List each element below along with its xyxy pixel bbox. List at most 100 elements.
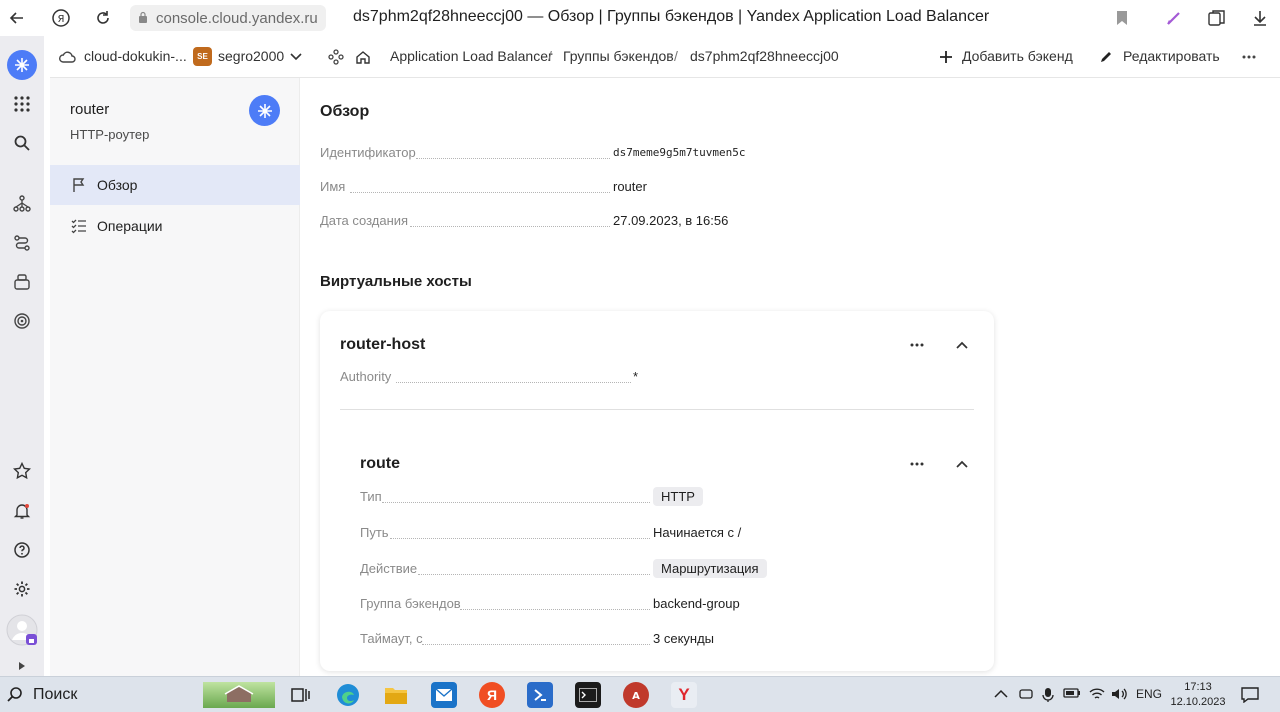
svg-text:A: A — [632, 691, 640, 702]
notification-center-icon[interactable] — [1241, 687, 1259, 706]
field-key: Таймаут, с — [360, 631, 423, 646]
back-arrow-icon[interactable] — [6, 7, 28, 29]
sidebar-item-label: Обзор — [97, 177, 138, 193]
sidebar-item-overview[interactable]: Обзор — [50, 165, 300, 205]
user-avatar[interactable] — [6, 614, 38, 646]
main-content: Обзор Идентификатор ds7meme9g5m7tuvmen5c… — [300, 78, 1280, 676]
lock-icon — [139, 11, 147, 23]
field-id: Идентификатор ds7meme9g5m7tuvmen5c — [320, 145, 780, 165]
dotted-leader — [396, 382, 631, 383]
dotted-leader — [410, 226, 610, 227]
resource-type: HTTP-роутер — [70, 127, 150, 142]
host-name: router-host — [340, 336, 426, 353]
field-value: router — [613, 179, 647, 194]
yandex-browser-icon[interactable]: Я — [50, 7, 72, 29]
volume-icon[interactable] — [1111, 687, 1127, 704]
dotted-leader — [390, 538, 650, 539]
svg-text:Я: Я — [58, 14, 65, 25]
input-language[interactable]: ENG — [1136, 687, 1162, 701]
taskbar-search[interactable]: Поиск — [6, 686, 77, 704]
dotted-leader — [416, 158, 610, 159]
field-key: Имя — [320, 179, 346, 194]
yandex-icon[interactable]: Я — [479, 682, 505, 708]
battery-icon[interactable] — [1063, 687, 1081, 702]
address-bar[interactable]: console.cloud.yandex.ru — [130, 5, 326, 31]
all-services-grid-icon[interactable] — [8, 90, 36, 118]
divider — [340, 409, 974, 410]
route-more-icon[interactable] — [906, 453, 928, 475]
more-options-icon[interactable] — [1240, 48, 1258, 66]
breadcrumb-separator: / — [674, 48, 678, 64]
pen-icon[interactable] — [1163, 7, 1185, 29]
help-icon[interactable] — [8, 536, 36, 564]
pencil-icon — [1097, 48, 1115, 66]
backend-groups-icon[interactable] — [8, 268, 36, 296]
plus-icon — [937, 48, 955, 66]
task-view-icon[interactable] — [287, 682, 313, 708]
field-key: Путь — [360, 525, 389, 540]
reload-icon[interactable] — [92, 7, 114, 29]
cloud-selector[interactable]: cloud-dokukin-... — [84, 48, 187, 64]
microphone-icon[interactable] — [1042, 687, 1054, 706]
mail-icon[interactable] — [431, 682, 457, 708]
breadcrumb-backend-groups[interactable]: Группы бэкендов — [563, 48, 674, 64]
breadcrumb-current: ds7phm2qf28hneeccj00 — [690, 48, 839, 64]
clock-time: 17:13 — [1184, 681, 1212, 693]
field-key: Идентификатор — [320, 145, 416, 160]
field-value: ds7meme9g5m7tuvmen5c — [613, 146, 746, 159]
field-value: 3 секунды — [653, 631, 715, 646]
virtual-host-card: router-host Authority * route Тип HTTP П… — [320, 311, 994, 671]
cloud-console-logo-icon[interactable] — [7, 50, 37, 80]
service-sidebar: router HTTP-роутер Обзор Операции — [50, 78, 300, 676]
notifications-bell-icon[interactable] — [8, 497, 36, 525]
host-more-icon[interactable] — [906, 334, 928, 356]
search-icon — [7, 687, 22, 702]
folder-selector[interactable]: segro2000 — [218, 48, 284, 64]
edit-button[interactable]: Редактировать — [1123, 48, 1220, 64]
expand-rail-icon[interactable] — [8, 656, 36, 676]
meet-now-icon[interactable] — [1019, 687, 1033, 704]
route-name: route — [360, 455, 400, 472]
target-groups-icon[interactable] — [8, 307, 36, 335]
chevron-down-icon[interactable] — [287, 48, 305, 66]
field-authority: Authority * — [340, 369, 660, 389]
home-icon[interactable] — [354, 48, 372, 66]
services-graph-icon[interactable] — [327, 48, 345, 66]
collections-icon[interactable] — [1206, 7, 1228, 29]
search-icon[interactable] — [8, 129, 36, 157]
windows-taskbar: Поиск Я A Y ENG 17:13 12.10.2023 — [0, 676, 1280, 712]
add-backend-button[interactable]: Добавить бэкенд — [962, 48, 1073, 64]
route-field-timeout: Таймаут, с 3 секунды — [360, 631, 780, 651]
yandex-browser-taskbar-icon[interactable]: Y — [671, 682, 697, 708]
breadcrumb-separator: / — [548, 48, 552, 64]
checklist-icon — [70, 217, 88, 235]
breadcrumb-service[interactable]: Application Load Balancer — [390, 48, 553, 64]
translator-icon[interactable]: A — [623, 682, 649, 708]
download-icon[interactable] — [1249, 7, 1271, 29]
backend-group-link[interactable]: backend-group — [653, 596, 740, 611]
flag-icon — [70, 176, 88, 194]
powershell-icon[interactable] — [527, 682, 553, 708]
virtual-hosts-title: Виртуальные хосты — [320, 273, 472, 290]
file-explorer-icon[interactable] — [383, 682, 409, 708]
settings-gear-icon[interactable] — [8, 575, 36, 603]
routes-icon[interactable] — [8, 229, 36, 257]
chevron-up-icon[interactable] — [951, 334, 973, 356]
clock-date: 12.10.2023 — [1170, 696, 1226, 708]
star-favorites-icon[interactable] — [8, 457, 36, 485]
load-balancer-icon[interactable] — [8, 190, 36, 218]
chevron-up-icon[interactable] — [951, 453, 973, 475]
route-field-type: Тип HTTP — [360, 487, 780, 509]
edge-browser-icon[interactable] — [335, 682, 361, 708]
chevron-up-icon[interactable] — [994, 687, 1008, 702]
bookmark-icon[interactable] — [1111, 7, 1133, 29]
dotted-leader — [418, 574, 650, 575]
page-title: ds7phm2qf28hneeccj00 — Обзор | Группы бэ… — [353, 8, 990, 25]
resource-name: router — [70, 101, 110, 118]
system-clock[interactable]: 17:13 12.10.2023 — [1168, 680, 1228, 710]
sidebar-item-operations[interactable]: Операции — [50, 206, 300, 246]
taskbar-search-label: Поиск — [33, 686, 78, 703]
terminal-icon[interactable] — [575, 682, 601, 708]
url-text: console.cloud.yandex.ru — [156, 9, 318, 27]
wifi-icon[interactable] — [1089, 687, 1105, 704]
